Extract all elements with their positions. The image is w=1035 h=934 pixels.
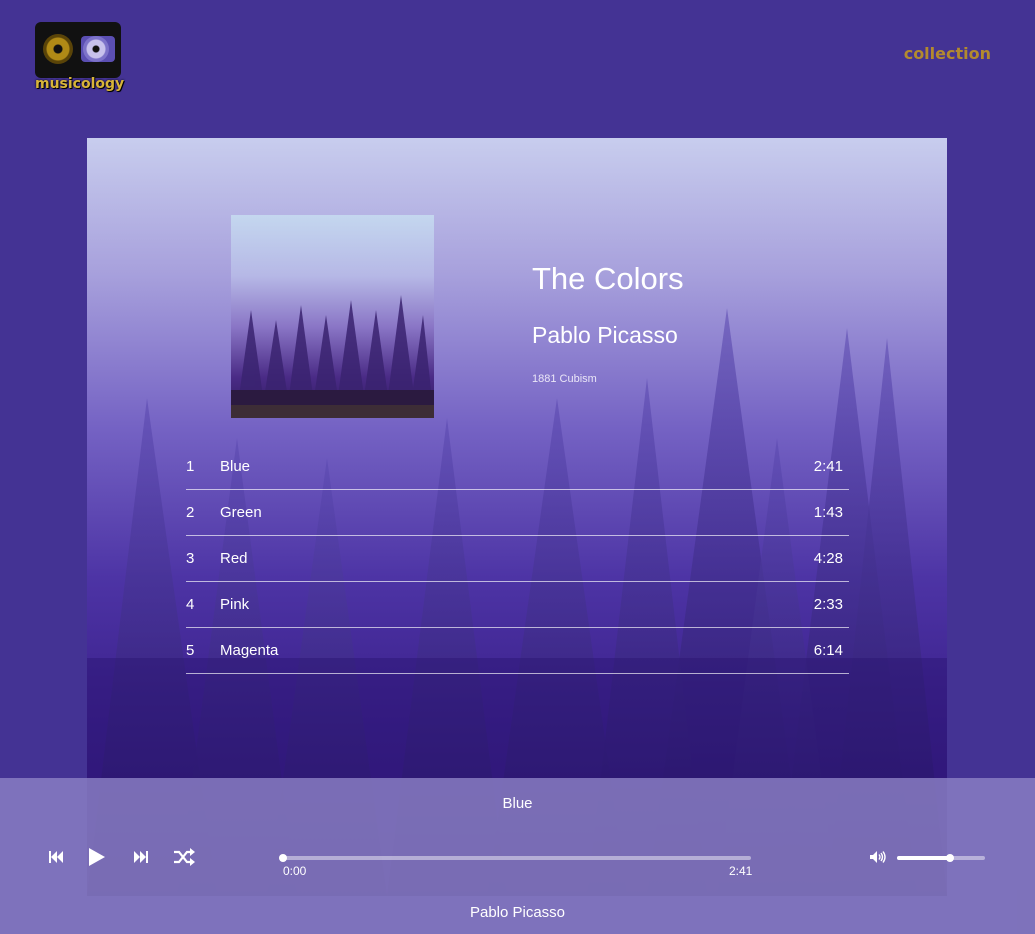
musicology-logo[interactable]: musicology	[34, 22, 124, 96]
track-number: 3	[186, 550, 195, 567]
play-button[interactable]	[88, 847, 106, 867]
shuffle-button[interactable]	[173, 848, 195, 866]
track-duration: 2:33	[813, 596, 843, 613]
seek-thumb[interactable]	[279, 854, 287, 862]
track-number: 1	[186, 458, 195, 475]
track-row[interactable]: 3 Red 4:28	[186, 536, 849, 582]
total-time: 2:41	[729, 864, 753, 878]
track-row[interactable]: 2 Green 1:43	[186, 490, 849, 536]
track-list: 1 Blue 2:41 2 Green 1:43 3 Red 4:28 4 Pi…	[186, 444, 849, 674]
play-icon	[89, 848, 105, 866]
album-cover-image	[231, 215, 434, 418]
previous-button[interactable]	[48, 850, 64, 864]
cassette-reel-right	[83, 36, 109, 62]
cassette-reel-left	[43, 34, 73, 64]
track-title: Pink	[220, 596, 250, 613]
album-artist: Pablo Picasso	[532, 322, 678, 348]
track-duration: 6:14	[813, 642, 843, 659]
logo-text: musicology	[35, 76, 125, 92]
now-playing-title: Blue	[502, 795, 533, 812]
volume-icon	[870, 851, 886, 863]
current-time: 0:00	[283, 864, 307, 878]
player-bar: Blue 0:00 2:41 Pablo Picasso	[0, 778, 1035, 934]
volume-fill	[897, 856, 950, 860]
skip-next-icon	[134, 851, 148, 863]
volume-slider[interactable]	[897, 854, 985, 862]
track-title: Green	[220, 504, 262, 521]
track-duration: 4:28	[813, 550, 843, 567]
next-button[interactable]	[133, 850, 149, 864]
skip-previous-icon	[49, 851, 63, 863]
track-row[interactable]: 5 Magenta 6:14	[186, 628, 849, 674]
track-number: 5	[186, 642, 195, 659]
volume-thumb[interactable]	[945, 854, 954, 862]
nav-collection-link[interactable]: collection	[904, 44, 991, 63]
track-number: 2	[186, 504, 195, 521]
track-duration: 2:41	[813, 458, 843, 475]
track-row[interactable]: 1 Blue 2:41	[186, 444, 849, 490]
track-title: Magenta	[220, 642, 279, 659]
track-title: Blue	[220, 458, 251, 475]
album-year-genre: 1881 Cubism	[532, 373, 597, 385]
track-title: Red	[220, 550, 248, 567]
track-duration: 1:43	[813, 504, 843, 521]
shuffle-icon	[174, 848, 195, 866]
seek-slider[interactable]	[279, 854, 751, 862]
page: musicology collection The Colors Pablo P…	[0, 0, 1035, 934]
album-title: The Colors	[532, 261, 684, 296]
track-row[interactable]: 4 Pink 2:33	[186, 582, 849, 628]
now-playing-artist: Pablo Picasso	[469, 904, 566, 921]
track-number: 4	[186, 596, 195, 613]
cassette-icon	[35, 22, 121, 78]
volume-button[interactable]	[869, 850, 887, 864]
